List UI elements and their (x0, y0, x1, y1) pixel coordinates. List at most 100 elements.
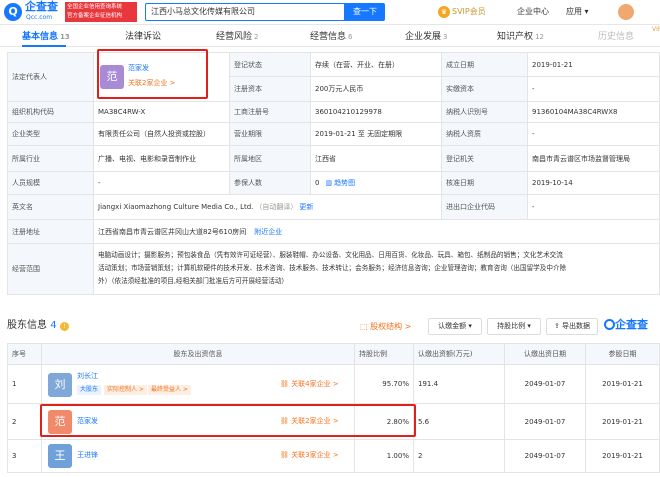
ratio-filter[interactable]: 持股比例 ▾ (487, 318, 541, 335)
tab-count: 13 (60, 33, 70, 41)
label-insured: 参保人数 (229, 171, 311, 195)
credit-badge: 全国企业信用查询系统 官方备案企业征信机构 (65, 2, 137, 22)
label-reg-authority: 登记机关 (441, 145, 528, 172)
label-reg-capital: 注册资本 (229, 76, 311, 102)
enterprise-center-link[interactable]: 企业中心 (517, 6, 549, 18)
label-english-name: 英文名 (7, 194, 94, 220)
shareholder-related[interactable]: ⛓ 关联4家企业 > (280, 379, 339, 389)
ratio-cell: 1.00% (354, 439, 414, 473)
tag-major-shareholder: 大股东 (77, 385, 102, 395)
search-input[interactable]: 江西小马总文化传媒有限公司 (145, 3, 345, 21)
subscribed-amount-filter[interactable]: 认缴金额 ▾ (428, 318, 482, 335)
english-name-cell: Jiangxi Xiaomazhong Culture Media Co., L… (93, 194, 442, 220)
col-header: 认缴出资额(万元) (413, 343, 505, 365)
tab-count: 6 (348, 33, 353, 41)
amount-cell: 2 (413, 439, 505, 473)
join-date-cell: 2019-01-21 (585, 439, 660, 473)
label-legal-rep: 法定代表人 (7, 52, 94, 102)
insured-value: 0 (315, 179, 320, 187)
apps-menu[interactable]: 应用 ▾ (566, 6, 589, 18)
label-paid-capital: 实缴资本 (441, 76, 528, 102)
label-found-date: 成立日期 (441, 52, 528, 77)
label-staff-size: 人员规模 (7, 171, 94, 195)
taxpayer-id-value: 91360104MA38C4RWX8 (527, 101, 660, 123)
english-name-update-link[interactable]: 更新 (299, 202, 313, 212)
col-header: 持股比例 (354, 343, 414, 365)
credit-badge-line2: 官方备案企业征信机构 (67, 13, 123, 19)
sub-date-cell: 2049-01-07 (504, 364, 586, 404)
label-taxpayer-qual: 纳税人资质 (441, 122, 528, 146)
address-value: 江西省南昌市青云谱区井冈山大道82号610房间 (98, 227, 247, 236)
shareholder-row-highlight (40, 404, 416, 437)
active-tab-indicator (22, 45, 66, 47)
staff-size-value: - (93, 171, 230, 195)
label-org-code: 组织机构代码 (7, 101, 94, 123)
approval-date-value: 2019-10-14 (527, 171, 660, 195)
export-button[interactable]: ⇪ 导出数据 (546, 318, 598, 335)
tag-beneficiary[interactable]: 最终受益人 > (148, 385, 191, 395)
label-biz-reg-no: 工商注册号 (229, 101, 311, 123)
brand-name: 企查查 (615, 318, 648, 331)
label-scope: 经营范围 (7, 243, 94, 295)
search-button[interactable]: 查一下 (345, 3, 385, 21)
label-industry: 所属行业 (7, 145, 94, 172)
tab-label: 企业发展 (405, 32, 442, 42)
tab-count: 3 (443, 33, 448, 41)
col-header: 股东及出资信息 (41, 343, 355, 365)
svip-link[interactable]: SVIP会员 (452, 6, 486, 18)
industry-value: 广播、电视、电影和录音制作业 (93, 145, 230, 172)
join-date-cell: 2019-01-21 (585, 364, 660, 404)
trend-chart-icon[interactable]: ▥ (325, 178, 332, 188)
tab-development[interactable]: 企业发展 3 (405, 27, 447, 47)
related-icon: ⛓ (280, 380, 289, 388)
sub-date-cell: 2049-01-07 (504, 439, 586, 473)
tab-history[interactable]: 历史信息 (598, 27, 634, 47)
tab-risk[interactable]: 经营风险 2 (216, 27, 258, 47)
label-import-export: 进出口企业代码 (441, 194, 528, 220)
user-avatar[interactable] (618, 4, 634, 20)
col-header: 序号 (7, 343, 42, 365)
join-date-cell: 2019-01-21 (585, 403, 660, 440)
amount-cell: 5.6 (413, 403, 505, 440)
tab-legal[interactable]: 法律诉讼 (125, 27, 161, 47)
related-label: 关联4家企业 > (291, 380, 339, 388)
shareholder-avatar: 王 (48, 444, 72, 468)
export-label: 导出数据 (562, 322, 591, 330)
info-tip-icon[interactable]: ! (60, 322, 69, 331)
reg-status-value: 存续（在营、开业、在册） (310, 52, 442, 77)
equity-structure-link[interactable]: ⬚ 股权结构 > (360, 321, 411, 332)
english-name-value: Jiangxi Xiaomazhong Culture Media Co., L… (98, 203, 254, 211)
found-date-value: 2019-01-21 (527, 52, 660, 77)
tab-basic-info[interactable]: 基本信息 13 (22, 27, 70, 47)
nearby-companies-link[interactable]: 附近企业 (254, 227, 282, 237)
tag-actual-controller[interactable]: 实际控制人 > (104, 385, 147, 395)
shareholders-count: 4 (50, 320, 57, 331)
shareholder-cell: 刘 刘长江 大股东 实际控制人 > 最终受益人 > ⛓ 关联4家企业 > (41, 364, 355, 404)
label-reg-status: 登记状态 (229, 52, 311, 77)
biz-reg-no-value: 360104210129978 (310, 101, 442, 123)
label-company-type: 企业类型 (7, 122, 94, 146)
tab-operation[interactable]: 经营信息 6 (310, 27, 352, 47)
import-export-value: - (527, 194, 660, 220)
insured-cell: 0 ▥ 趋势图 (310, 171, 442, 195)
address-cell: 江西省南昌市青云谱区井冈山大道82号610房间 附近企业 (93, 219, 660, 244)
region-value: 江西省 (310, 145, 442, 172)
tab-ip[interactable]: 知识产权 12 (497, 27, 544, 47)
trend-chart-link[interactable]: 趋势图 (334, 178, 355, 188)
shareholder-name[interactable]: 王进锋 (77, 450, 98, 460)
scope-line: 活动策划；市场营销策划；计算机软硬件的技术开发、技术咨询、技术服务、技术转让；会… (98, 264, 567, 272)
label-region: 所属地区 (229, 145, 311, 172)
shareholder-related[interactable]: ⛓ 关联3家企业 > (280, 450, 339, 460)
section-tabs: 基本信息 13 法律诉讼 经营风险 2 经营信息 6 企业发展 3 知识产权 12 历史信… (0, 27, 660, 47)
ratio-cell: 95.70% (354, 364, 414, 404)
reg-authority-value: 南昌市青云谱区市场监督管理局 (527, 145, 660, 172)
logo-name[interactable]: 企查查 (25, 1, 58, 13)
english-name-note: （自动翻译） (255, 203, 298, 211)
row-no: 3 (7, 439, 42, 473)
row-no: 1 (7, 364, 42, 404)
scope-line: 电脑动画设计；摄影服务；预包装食品（凭有效许可证经营）、服装鞋帽、办公设备、文化… (98, 251, 563, 259)
credit-badge-line1: 全国企业信用查询系统 (67, 4, 123, 10)
shareholder-name[interactable]: 刘长江 (77, 371, 98, 381)
brand-watermark: 企查查 (604, 316, 648, 332)
logo-icon[interactable]: Q (4, 3, 22, 21)
